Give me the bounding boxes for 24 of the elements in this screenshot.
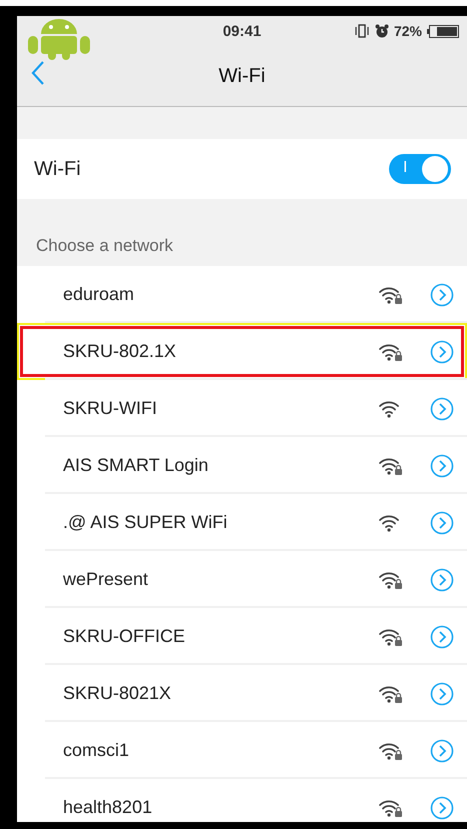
network-row[interactable]: wePresent: [17, 551, 467, 608]
network-row[interactable]: AIS SMART Login: [17, 437, 467, 494]
screen-title: Wi-Fi: [218, 64, 266, 88]
status-time: 09:41: [222, 22, 262, 40]
network-name: SKRU-8021X: [63, 683, 172, 704]
section-title: Choose a network: [36, 236, 174, 256]
network-name: wePresent: [63, 569, 150, 590]
wifi-label: Wi-Fi: [34, 158, 81, 180]
network-name: SKRU-WIFI: [63, 398, 158, 419]
network-row[interactable]: eduroam: [17, 266, 467, 323]
network-name: SKRU-OFFICE: [63, 626, 186, 647]
network-name: comsci1: [63, 740, 130, 761]
network-name: .@ AIS SUPER WiFi: [63, 512, 228, 533]
network-name: AIS SMART Login: [63, 455, 210, 476]
network-row[interactable]: SKRU-OFFICE: [17, 608, 467, 665]
network-name: health8201: [63, 797, 154, 818]
network-name: eduroam: [63, 284, 136, 305]
network-row[interactable]: .@ AIS SUPER WiFi: [17, 494, 467, 551]
network-row[interactable]: SKRU-WIFI: [17, 380, 467, 437]
network-row[interactable]: SKRU-8021X: [17, 665, 467, 722]
network-row[interactable]: comsci1: [17, 722, 467, 779]
network-name: SKRU-802.1X: [63, 341, 178, 362]
network-row[interactable]: SKRU-802.1X: [17, 323, 467, 380]
battery-percent: 72%: [394, 23, 422, 39]
